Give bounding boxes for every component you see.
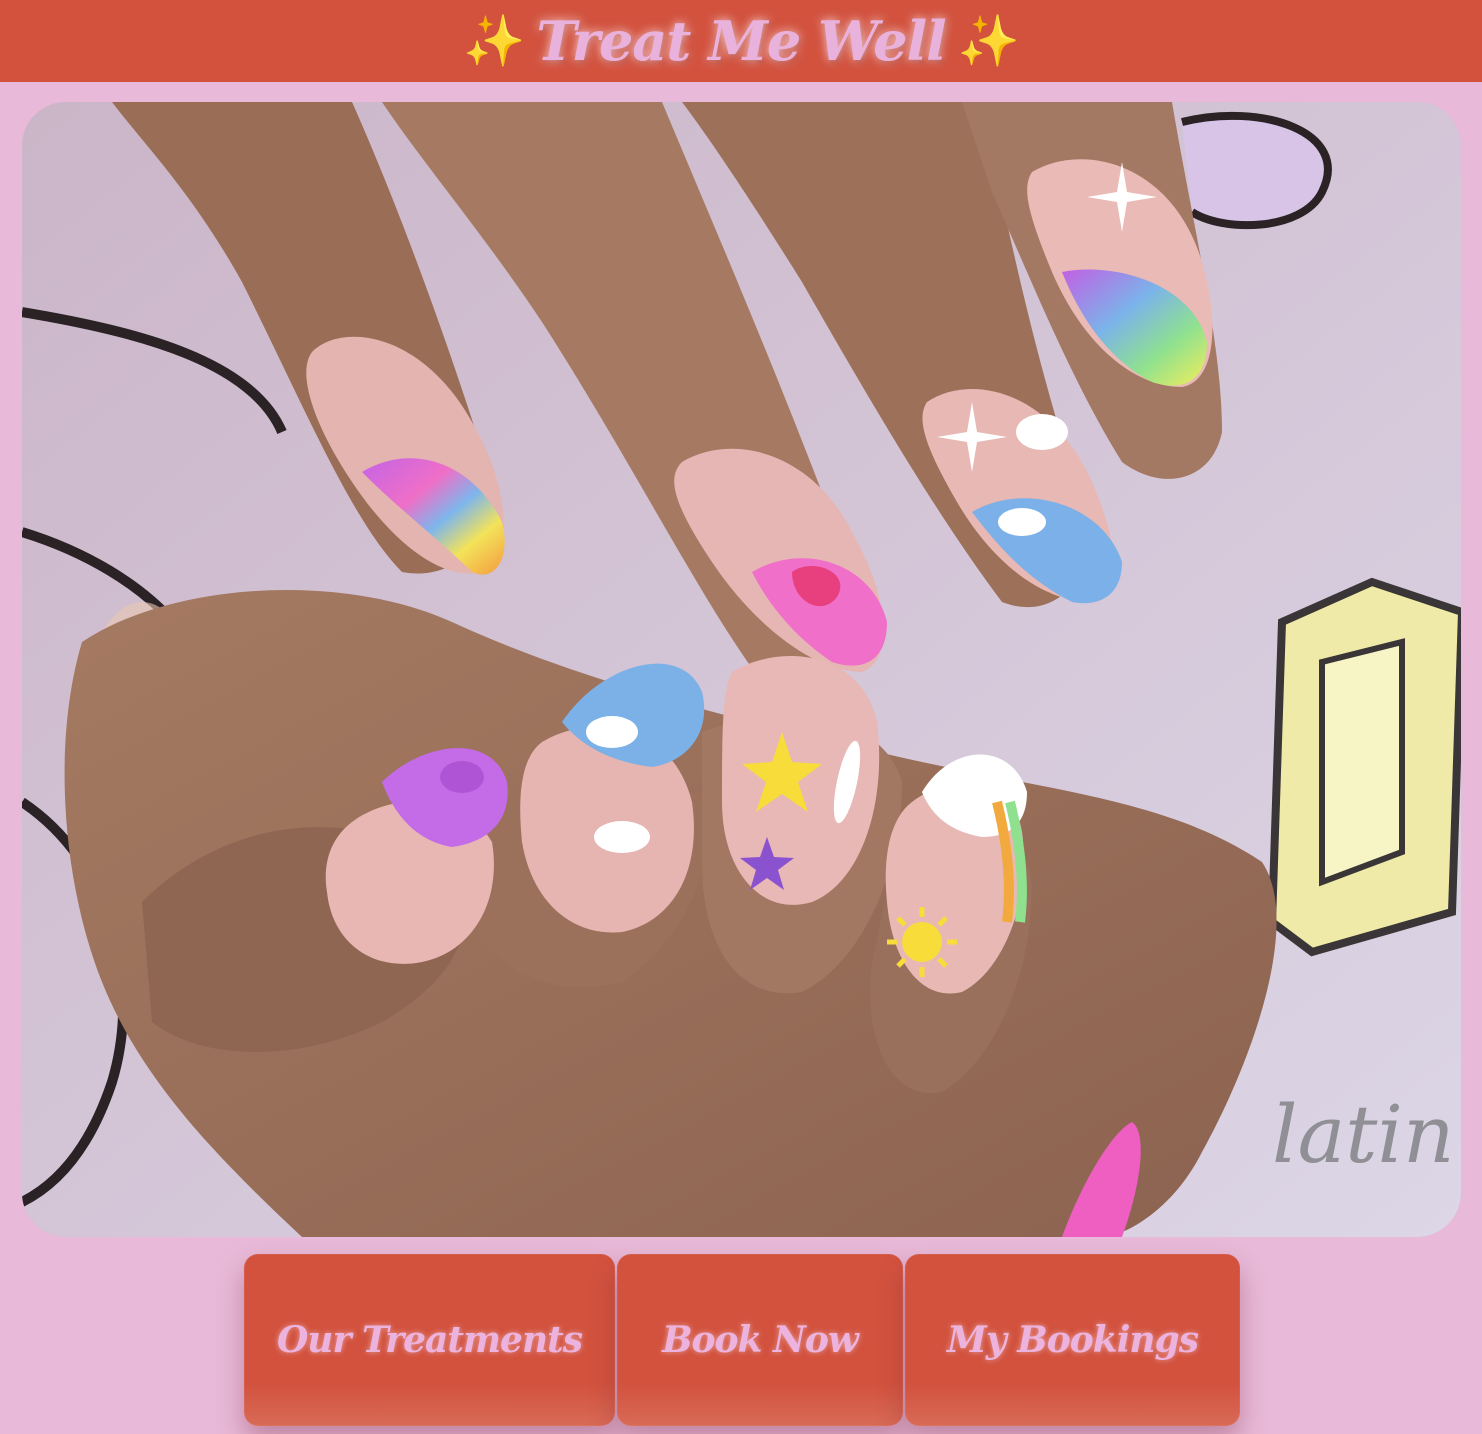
our-treatments-label: Our Treatments [276,1319,583,1361]
watermark-text: latin Witch [1272,1088,1461,1181]
book-now-label: Book Now [662,1319,859,1361]
sparkle-icon-left: ✨ [463,11,525,70]
my-bookings-button[interactable]: My Bookings [905,1254,1240,1426]
site-title-text: Treat Me Well [536,9,946,73]
nail-art-illustration: latin Witch [22,102,1461,1237]
site-header: ✨ Treat Me Well ✨ [0,0,1482,82]
my-bookings-label: My Bookings [947,1319,1199,1361]
sparkle-icon-right: ✨ [957,11,1020,70]
our-treatments-button[interactable]: Our Treatments [244,1254,615,1426]
site-title: ✨ Treat Me Well ✨ [463,9,1020,73]
hero-image: latin Witch [22,102,1461,1237]
book-now-button[interactable]: Book Now [617,1254,903,1426]
